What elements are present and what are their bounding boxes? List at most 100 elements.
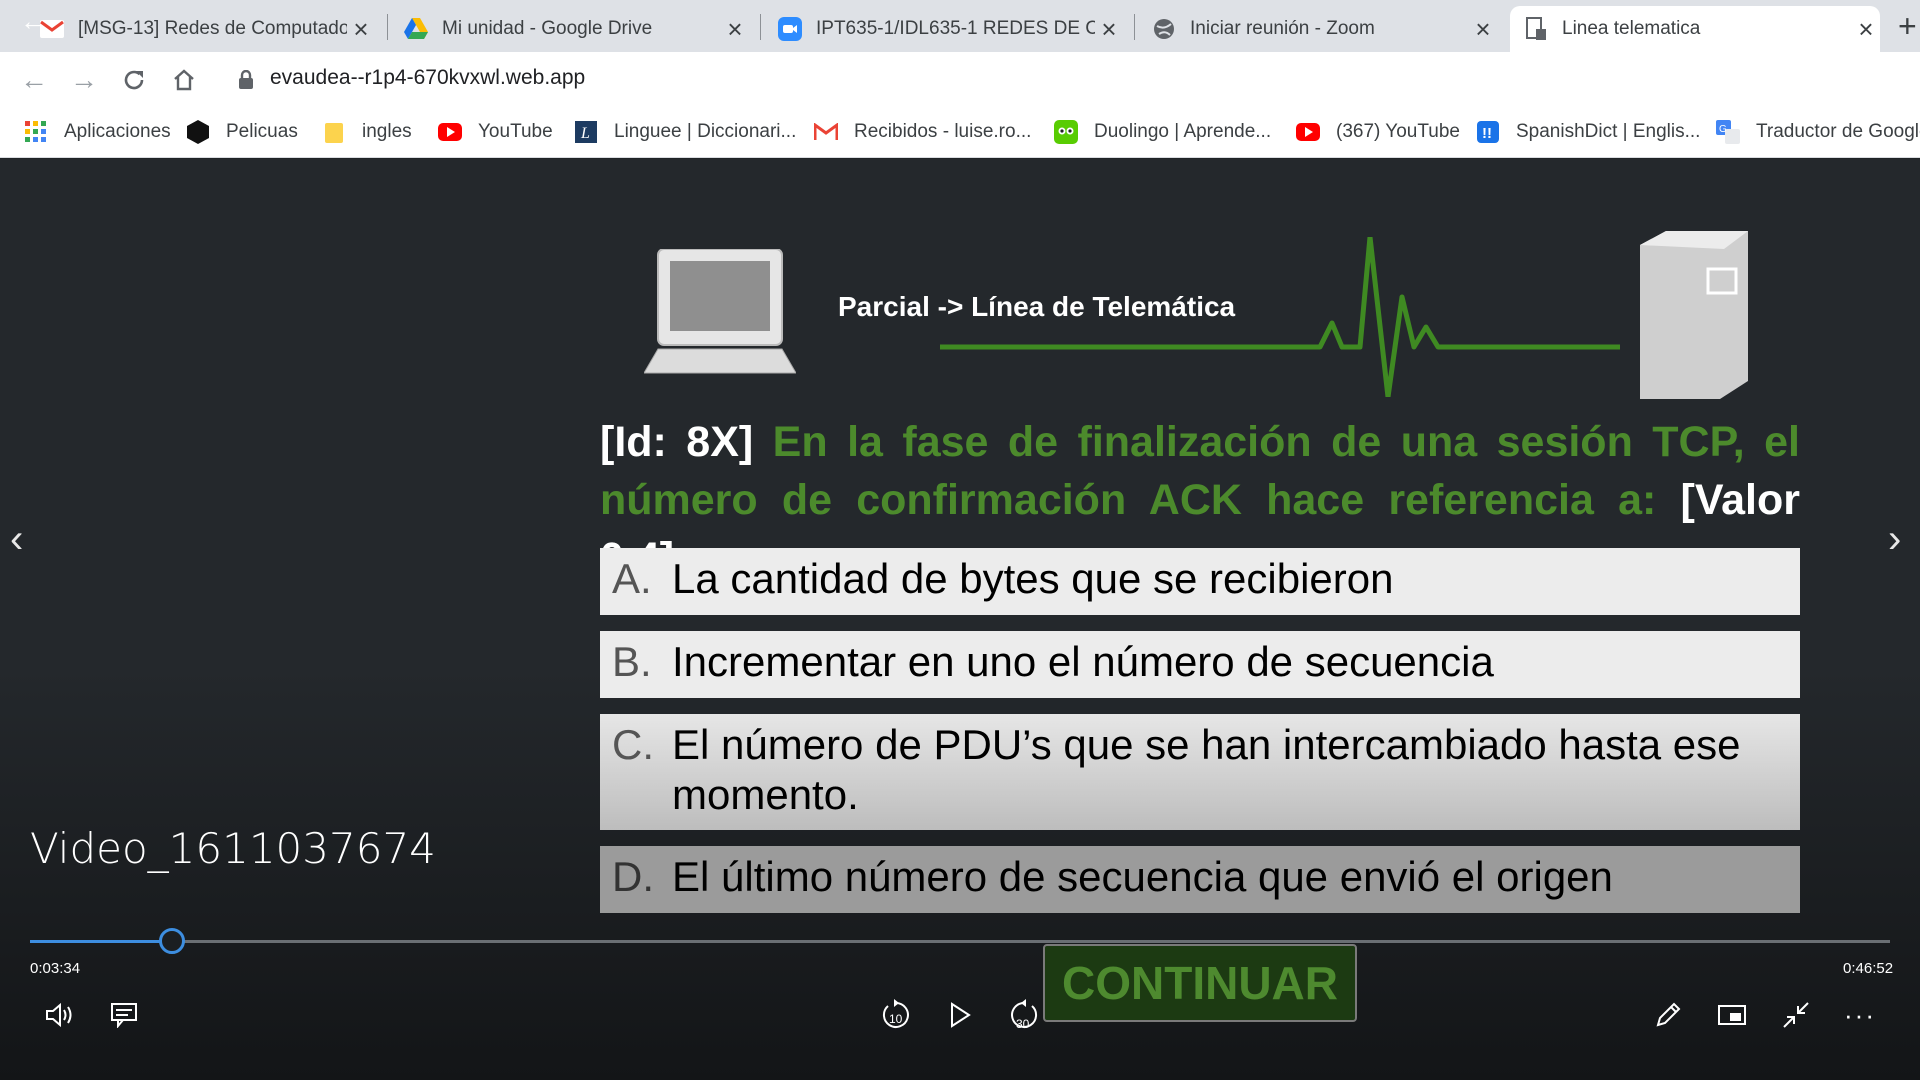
video-title: Video_1611037674 xyxy=(30,824,436,873)
bookmark-label: Linguee | Diccionari... xyxy=(614,121,797,142)
bookmark-label: ingles xyxy=(362,121,412,142)
forward-icon[interactable]: → xyxy=(68,64,100,96)
previous-arrow-icon[interactable]: ‹ xyxy=(10,517,23,562)
rewind-10-icon[interactable]: 10 xyxy=(876,995,916,1035)
tab-title: Linea telematica xyxy=(1562,18,1701,39)
bookmarks-bar: Aplicaciones Pelicuas ingles YouTube L L… xyxy=(0,108,1920,158)
option-a[interactable]: A. La cantidad de bytes que se recibiero… xyxy=(600,548,1800,615)
option-letter: C. xyxy=(612,721,654,768)
duolingo-icon xyxy=(1054,120,1078,144)
question-id: [Id: 8X] xyxy=(600,418,754,466)
globe-icon xyxy=(1152,17,1176,41)
home-icon[interactable] xyxy=(168,64,200,96)
volume-icon[interactable] xyxy=(40,995,80,1035)
svg-text:10: 10 xyxy=(889,1012,903,1026)
google-translate-icon: G xyxy=(1716,120,1740,144)
current-time: 0:03:34 xyxy=(30,960,81,977)
bookmark-label: Duolingo | Aprende... xyxy=(1094,121,1272,142)
zoom-icon xyxy=(778,17,802,41)
pencil-icon[interactable] xyxy=(1648,995,1688,1035)
close-icon[interactable]: × xyxy=(1469,14,1497,45)
bookmark-ingles[interactable]: ingles xyxy=(322,120,412,144)
bookmark-label: YouTube xyxy=(478,121,553,142)
option-letter: D. xyxy=(612,853,654,900)
address-bar[interactable]: evaudea--r1p4-670kvxwl.web.app xyxy=(270,66,585,90)
option-d[interactable]: D. El último número de secuencia que env… xyxy=(600,846,1800,913)
server-icon xyxy=(1640,231,1750,406)
browser-toolbar: ← → evaudea--r1p4-670kvxwl.web.app xyxy=(0,52,1920,108)
svg-text:L: L xyxy=(580,125,590,142)
linguee-icon: L xyxy=(574,120,598,144)
tab-title: IPT635-1/IDL635-1 REDES DE CO xyxy=(816,18,1095,39)
heartbeat-line-icon xyxy=(940,234,1620,402)
option-letter: B. xyxy=(612,638,652,685)
svg-text:30: 30 xyxy=(1016,1017,1030,1031)
laptop-icon xyxy=(643,248,797,384)
drive-icon xyxy=(404,17,428,41)
option-text: El número de PDU’s que se han intercambi… xyxy=(672,721,1741,818)
bookmark-translate[interactable]: G Traductor de Google xyxy=(1716,120,1920,144)
close-icon[interactable]: × xyxy=(347,14,375,45)
bookmark-label: (367) YouTube xyxy=(1336,121,1460,142)
seek-thumb[interactable] xyxy=(159,928,185,954)
new-tab-icon[interactable]: + xyxy=(1898,8,1917,45)
spanishdict-icon: !! xyxy=(1476,120,1500,144)
bookmark-youtube[interactable]: YouTube xyxy=(438,120,553,144)
lock-icon[interactable] xyxy=(238,69,254,95)
tab-title: [MSG-13] Redes de Computador xyxy=(78,18,347,39)
option-letter: A. xyxy=(612,555,652,602)
folder-icon xyxy=(322,120,346,144)
tab-strip: ← [MSG-13] Redes de Computador × Mi unid… xyxy=(0,0,1920,52)
bookmark-gmail[interactable]: Recibidos - luise.ro... xyxy=(814,120,1031,144)
forward-30-icon[interactable]: 30 xyxy=(1004,995,1044,1035)
tab-title: Iniciar reunión - Zoom xyxy=(1190,18,1375,39)
bookmark-linguee[interactable]: L Linguee | Diccionari... xyxy=(574,120,796,144)
exit-fullscreen-icon[interactable] xyxy=(1776,995,1816,1035)
bookmark-youtube-367[interactable]: (367) YouTube xyxy=(1296,120,1460,144)
apps-grid-icon xyxy=(24,120,48,144)
option-text: La cantidad de bytes que se recibieron xyxy=(672,555,1394,602)
bookmark-duolingo[interactable]: Duolingo | Aprende... xyxy=(1054,120,1271,144)
svg-text:!!: !! xyxy=(1482,125,1492,142)
bookmark-label: Traductor de Google xyxy=(1756,121,1920,142)
play-icon[interactable] xyxy=(940,995,980,1035)
more-options-icon[interactable]: ··· xyxy=(1840,995,1880,1035)
tab-title: Mi unidad - Google Drive xyxy=(442,18,653,39)
continue-button[interactable]: CONTINUAR xyxy=(1043,944,1357,1022)
gmail-icon xyxy=(814,120,838,144)
option-text: Incrementar en uno el número de secuenci… xyxy=(672,638,1494,685)
gmail-icon xyxy=(40,17,64,41)
bookmark-label: Pelicuas xyxy=(226,121,298,142)
bookmark-spanishdict[interactable]: !! SpanishDict | Englis... xyxy=(1476,120,1700,144)
bookmark-label: SpanishDict | Englis... xyxy=(1516,121,1701,142)
page-icon xyxy=(1524,17,1548,41)
close-icon[interactable]: × xyxy=(721,14,749,45)
next-arrow-icon[interactable]: › xyxy=(1888,517,1901,562)
mini-view-icon[interactable] xyxy=(1712,995,1752,1035)
bookmark-label: Aplicaciones xyxy=(64,121,171,142)
question-body: En la fase de finalización de una sesión… xyxy=(600,418,1800,524)
back-icon[interactable]: ← xyxy=(18,64,50,96)
subtitles-icon[interactable] xyxy=(104,995,144,1035)
close-icon[interactable]: × xyxy=(1852,14,1880,45)
option-b[interactable]: B. Incrementar en uno el número de secue… xyxy=(600,631,1800,698)
seek-bar-progress xyxy=(30,940,172,943)
bookmark-pelicuas[interactable]: Pelicuas xyxy=(186,120,298,144)
tab-linea-telematica[interactable]: Linea telematica × xyxy=(1510,6,1880,52)
svg-text:G: G xyxy=(1719,124,1727,135)
seek-bar[interactable] xyxy=(30,940,1890,943)
close-icon[interactable]: × xyxy=(1095,14,1123,45)
total-time: 0:46:52 xyxy=(1843,960,1894,977)
youtube-icon xyxy=(1296,120,1320,144)
option-c[interactable]: C. El número de PDU’s que se han interca… xyxy=(600,714,1800,830)
tab-zoom-meeting[interactable]: Iniciar reunión - Zoom × xyxy=(1152,6,1497,52)
youtube-icon xyxy=(438,120,462,144)
hexagon-logo-icon xyxy=(186,120,210,144)
tab-gmail[interactable]: [MSG-13] Redes de Computador × xyxy=(40,6,375,52)
option-text: El último número de secuencia que envió … xyxy=(672,853,1613,900)
tab-drive[interactable]: Mi unidad - Google Drive × xyxy=(404,6,749,52)
tab-zoom-course[interactable]: IPT635-1/IDL635-1 REDES DE CO × xyxy=(778,6,1123,52)
reload-icon[interactable] xyxy=(118,64,150,96)
bookmark-apps[interactable]: Aplicaciones xyxy=(24,120,171,144)
bookmark-label: Recibidos - luise.ro... xyxy=(854,121,1032,142)
